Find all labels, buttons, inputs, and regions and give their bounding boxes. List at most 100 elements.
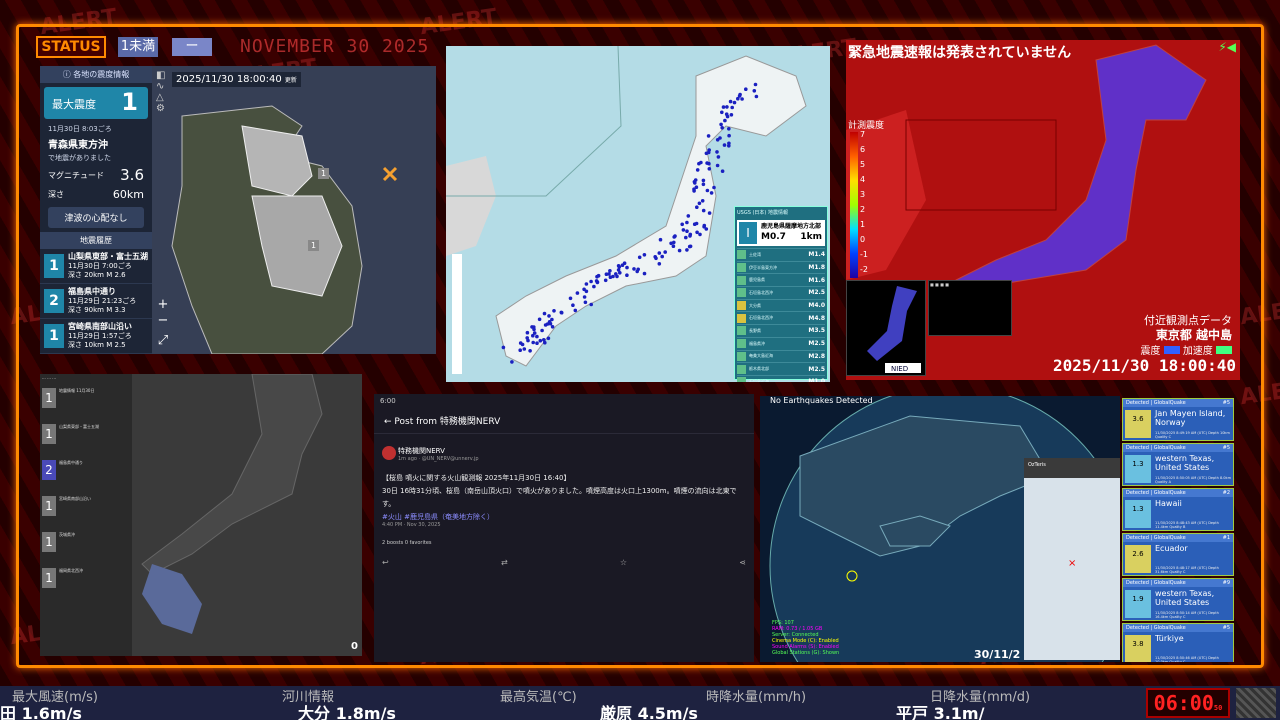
history-list: 1 山梨県東部・富士五湖 11月30日 7:00ごろ 深さ 20km M 2.6 2 福島… [40,249,152,354]
quake-dot [698,232,702,237]
history-place: 福島県中通り [68,287,116,296]
quake-dot [707,148,711,152]
globalquake-mag: 1.9 [1125,590,1151,618]
tsunami-status[interactable]: 津波の心配なし [48,207,144,228]
max-intensity-value: 1 [121,88,138,116]
status-button[interactable]: STATUS [36,36,106,58]
globalquake-meta: 11/30/2025 8:50:14 AM (UTC) Depth 16.4km… [1155,611,1219,619]
history-item[interactable]: 1 宮崎県南部山沿い 11月29日 1:57ごろ 深さ 10km M 2.5 [40,319,152,354]
usgs-row-swatch [737,351,746,361]
quake-dot [501,345,506,350]
globalquake-card-header: Detected | GlobalQuake #5 [1123,444,1233,452]
quake-dot [688,244,693,249]
quake-dot [582,287,586,292]
history-int-badge: 2 [44,289,64,313]
quake-dot [677,248,682,253]
ticker-value: 平戸 3.1m/ [896,704,985,720]
ticker-values: 田 1.6m/s 大分 1.8m/s 厳原 4.5m/s 平戸 3.1m/ [0,702,1140,720]
eew-status-title: 緊急地震速報は発表されていません [848,45,1072,61]
usgs-row: 奄美大島近海 M2.8 [737,349,825,363]
quake-dot [752,89,757,93]
dark-list-text: 地震情報 11月30日 [59,388,95,393]
quake-dot [720,110,724,115]
zoom-out-button[interactable]: − [156,314,170,328]
globalquake-card-header: Detected | GlobalQuake #5 [1123,399,1233,407]
globalquake-card[interactable]: Detected | GlobalQuake #5 3.8 Türkiye 11/30/… [1122,623,1234,662]
history-item[interactable]: 1 山梨県東部・富士五湖 11月30日 7:00ごろ 深さ 20km M 2.6 [40,249,152,284]
map-tool-icons[interactable]: ◧ ∿ △ ⚙ [156,70,165,114]
scale-tick: 4 [860,175,866,184]
globalquake-card[interactable]: Detected | GlobalQuake #1 2.6 Ecuador 11/30/… [1122,533,1234,576]
post-handle: 1m ago · @UN_NERV@unnerv.jp [398,456,479,462]
globalquake-card[interactable]: Detected | GlobalQuake #5 3.6 Jan Mayen Isl… [1122,398,1234,441]
scale-tick: -1 [860,250,868,259]
ticker-clock-seconds: 50 [1213,704,1223,712]
dark-map[interactable]: 0 [132,374,362,656]
quake-dot [614,272,618,276]
globalquake-meta: 11/30/2025 8:48:43 AM (UTC) Depth 11.4km… [1155,521,1219,529]
quake-dot [727,127,731,131]
globalquake-number: #1 [1222,535,1230,541]
history-item[interactable]: 2 福島県中通り 11月29日 21:23ごろ 深さ 90km M 3.3 [40,284,152,319]
globalquake-mag: 3.6 [1125,410,1151,438]
post-line-1: 【桜島 噴火に関する火山観測報 2025年11月30日 16:40】 [382,474,571,482]
post-header[interactable]: ← Post from 特務機関NERV [374,408,754,434]
quake-dot [744,87,748,91]
dark-list-text: 山梨県東部・富士五湖 [59,424,99,429]
ticker-value: 厳原 4.5m/s [600,704,698,720]
globe-stat-line: Global Stations (G): Shown [772,650,840,656]
phone-status-time: 6:00 [380,397,396,405]
dark-list-item[interactable]: 1 山梨県東部・富士五湖 [40,419,132,455]
globalquake-mag: 3.8 [1125,635,1151,662]
quake-dot [719,122,723,127]
globalquake-place: western Texas, United States [1155,454,1215,472]
dark-list-item[interactable]: 1 宮崎県南部山沿い [40,491,132,527]
globalquake-mag: 2.6 [1125,545,1151,573]
zoom-in-button[interactable]: + [156,298,170,312]
quake-dot [625,273,629,277]
usgs-row-swatch [737,301,746,311]
quake-dot [707,167,712,171]
usgs-row: 福島県沖 M2.5 [737,336,825,350]
legend-acceleration-swatch [1216,346,1232,354]
radar-inset[interactable]: OzTeris × [1024,458,1120,660]
quake-dot [697,161,701,166]
dark-list-item[interactable]: 1 福岡県北西沖 [40,563,132,599]
post-user[interactable]: 特務機関NERV [398,446,445,456]
nied-logo: NIED [891,365,908,373]
globalquake-card[interactable]: Detected | GlobalQuake #2 1.3 Hawaii 11/30/2… [1122,488,1234,531]
globalquake-source: Detected | GlobalQuake [1126,625,1186,631]
globalquake-card[interactable]: Detected | GlobalQuake #5 1.3 western Texas… [1122,443,1234,486]
quake-dot [657,251,662,255]
usgs-row-swatch [737,313,746,323]
quake-location: 青森県東方沖 [48,140,108,151]
quake-dot [537,317,542,322]
usgs-row-name: 栃木県北部 [749,366,769,372]
scale-tick: 6 [860,145,866,154]
globalquake-card[interactable]: Detected | GlobalQuake #9 1.9 western Texas… [1122,578,1234,621]
quake-dot [525,330,530,335]
quake-map[interactable]: ◧ ∿ △ ⚙ 2025/11/30 18:00:40 更新 1 1 + − ⤢ [152,66,436,354]
status-dash-badge: ー [172,38,212,56]
share-icon[interactable]: ⋖ [739,558,746,567]
quake-info-title: ⓘ 各地の震度情報 [40,66,152,83]
boost-icon[interactable]: ⇄ [501,558,508,567]
usgs-row-mag: M1.4 [808,251,825,259]
dark-list-item[interactable]: 2 福島県中通り [40,455,132,491]
quake-dot [725,105,729,109]
fullscreen-icon[interactable]: ⤢ [156,334,170,348]
reply-icon[interactable]: ↩ [382,558,389,567]
globe-panel: No Earthquakes Detected FPS: 107 RAM: 0.7… [760,396,1120,662]
quake-dot [616,268,621,272]
quake-dot [603,278,608,283]
dark-list-item[interactable]: 1 茨城県沖 [40,527,132,563]
avatar[interactable] [382,446,396,460]
ticker-clock-time: 06:00 [1153,691,1214,715]
dark-list-item[interactable]: 1 地震情報 11月30日 [40,383,132,419]
quake-dot [608,269,612,273]
quake-dot [540,328,544,333]
max-intensity-box: 最大震度 1 [44,87,148,119]
favorite-icon[interactable]: ☆ [620,558,627,567]
quake-dot [584,282,589,286]
intensity-scale [452,254,462,374]
